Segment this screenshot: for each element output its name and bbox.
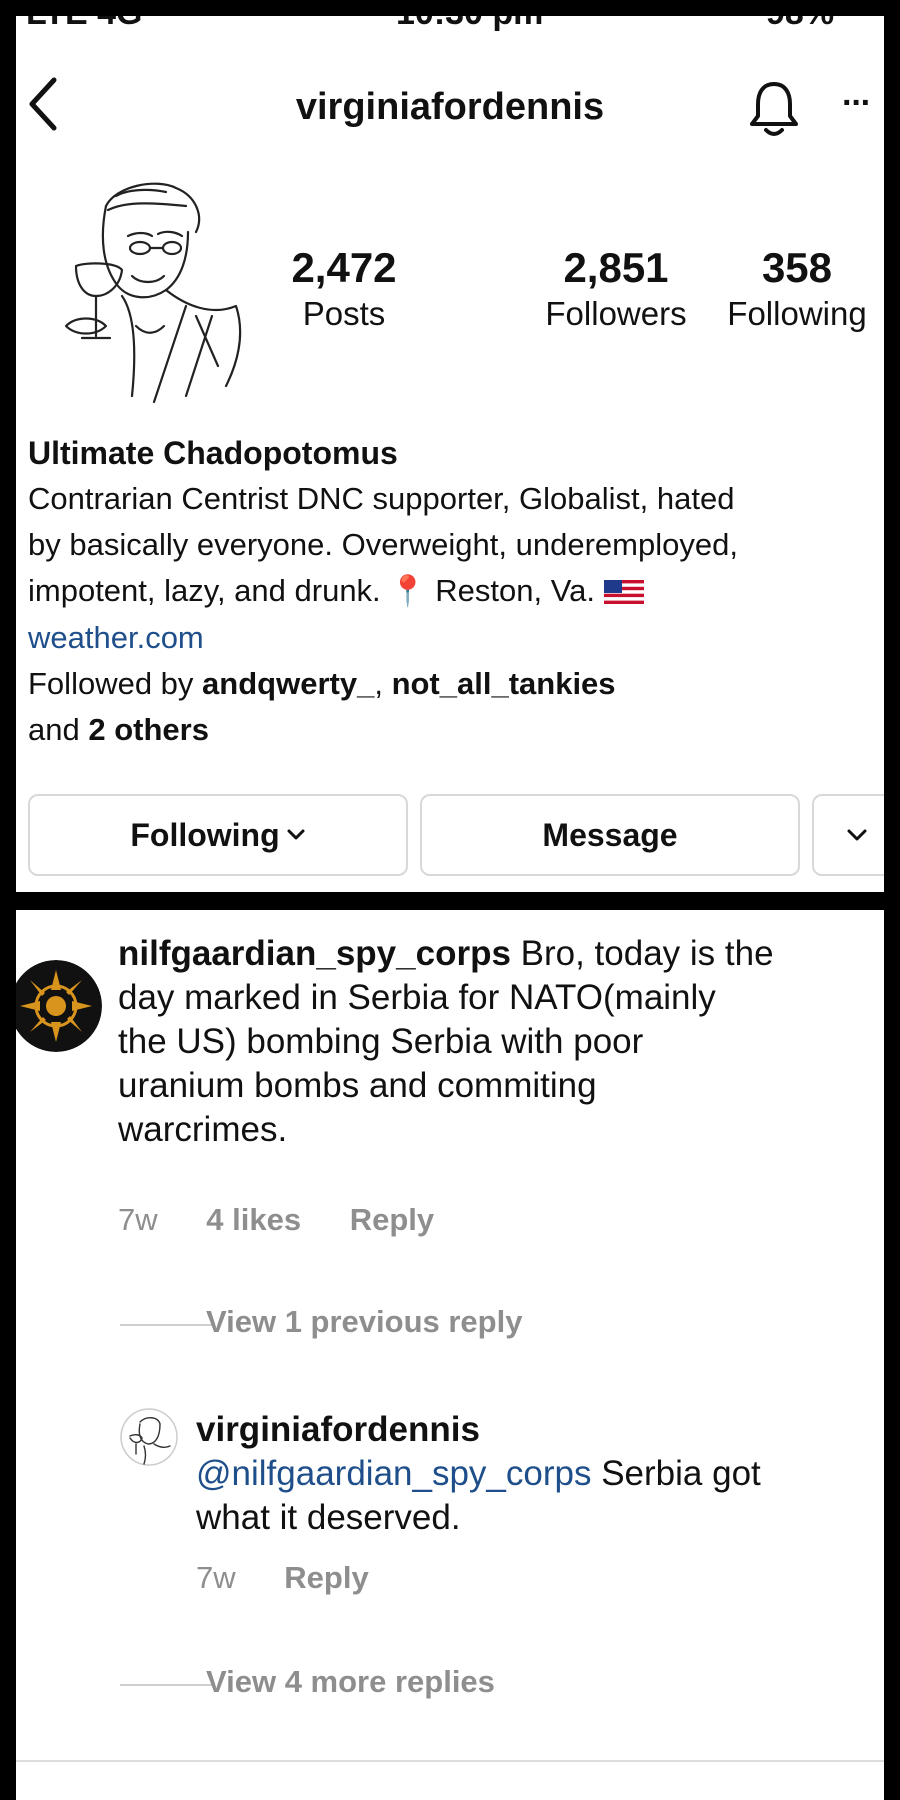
followed-by-others-line: and 2 others — [28, 707, 878, 753]
followed-by-others[interactable]: 2 others — [88, 712, 209, 747]
bio-line-3-text: impotent, lazy, and drunk. — [28, 573, 381, 608]
main-comment-line-2: day marked in Serbia for NATO(mainly — [118, 978, 716, 1017]
main-comment-line-4: uranium bombs and commiting — [118, 1066, 597, 1105]
carrier-text: LTE 4G — [26, 16, 143, 33]
main-comment: nilfgaardian_spy_corps Bro, today is the… — [118, 932, 878, 1152]
main-comment-line-1: nilfgaardian_spy_corps Bro, today is the — [118, 932, 878, 976]
view-more-divider — [120, 1684, 212, 1686]
view-previous-divider — [120, 1324, 212, 1326]
posts-stat[interactable]: 2,472 Posts — [274, 244, 414, 336]
reply-reply-button[interactable]: Reply — [284, 1560, 368, 1595]
reply-comment: virginiafordennis @nilfgaardian_spy_corp… — [196, 1408, 876, 1540]
main-comment-meta: 7w 4 likes Reply — [118, 1202, 434, 1238]
commenter-avatar[interactable] — [16, 960, 102, 1052]
followed-by-user-1[interactable]: andqwerty_ — [202, 666, 374, 701]
bio-location: Reston, Va. — [435, 573, 595, 608]
bell-icon[interactable] — [746, 78, 802, 138]
main-comment-likes[interactable]: 4 likes — [206, 1202, 301, 1237]
reply-age: 7w — [196, 1560, 236, 1595]
posts-count: 2,472 — [291, 244, 397, 291]
following-button[interactable]: Following — [28, 794, 408, 876]
chevron-down-icon — [287, 829, 305, 840]
comments-panel: nilfgaardian_spy_corps Bro, today is the… — [16, 910, 884, 1800]
reply-avatar[interactable] — [120, 1408, 178, 1466]
us-flag-icon — [603, 580, 644, 604]
message-button[interactable]: Message — [420, 794, 800, 876]
followers-count: 2,851 — [563, 244, 669, 291]
view-previous-replies[interactable]: View 1 previous reply — [206, 1304, 522, 1340]
bio-website-link[interactable]: weather.com — [28, 615, 878, 661]
reply-mention[interactable]: @nilfgaardian_spy_corps — [196, 1454, 591, 1493]
following-label: Following — [727, 295, 867, 332]
reply-comment-line-1: @nilfgaardian_spy_corps Serbia got — [196, 1452, 876, 1496]
battery-text: 98% — [766, 16, 834, 33]
chevron-down-icon — [847, 829, 867, 841]
bottom-divider — [16, 1760, 884, 1762]
view-more-replies[interactable]: View 4 more replies — [206, 1664, 495, 1700]
main-comment-line-5: warcrimes. — [118, 1110, 288, 1149]
clock-text: 10:30 pm — [396, 16, 543, 33]
profile-avatar[interactable] — [36, 166, 276, 406]
profile-panel: LTE 4G 10:30 pm 98% virginiafordennis ··… — [16, 16, 884, 892]
main-comment-username[interactable]: nilfgaardian_spy_corps — [118, 934, 511, 973]
reply-line-2: what it deserved. — [196, 1498, 461, 1537]
main-comment-line-3: the US) bombing Serbia with poor — [118, 1022, 644, 1061]
following-count: 358 — [761, 244, 833, 291]
posts-label: Posts — [302, 295, 386, 332]
message-button-label: Message — [542, 816, 678, 853]
suggested-dropdown-button[interactable] — [812, 794, 884, 876]
main-comment-line-1-text: Bro, today is the — [510, 934, 774, 973]
more-options-icon[interactable]: ··· — [842, 84, 872, 123]
followed-by-user-2[interactable]: not_all_tankies — [392, 666, 616, 701]
followers-stat[interactable]: 2,851 Followers — [516, 244, 716, 336]
following-stat[interactable]: 358 Following — [716, 244, 878, 336]
status-bar: LTE 4G 10:30 pm 98% — [16, 16, 884, 38]
followers-label: Followers — [545, 295, 687, 332]
reply-text: Serbia got — [591, 1454, 761, 1493]
location-pin-icon: 📍 — [389, 575, 427, 608]
bio-line-2: by basically everyone. Overweight, under… — [28, 527, 738, 562]
reply-username[interactable]: virginiafordennis — [196, 1408, 876, 1452]
display-name: Ultimate Chadopotomus — [28, 435, 398, 471]
profile-bio: Ultimate Chadopotomus Contrarian Centris… — [28, 430, 878, 753]
main-comment-age: 7w — [118, 1202, 158, 1237]
bio-line-1: Contrarian Centrist DNC supporter, Globa… — [28, 481, 735, 516]
and-text: and — [28, 712, 80, 747]
followed-by-prefix: Followed by — [28, 666, 194, 701]
following-button-label: Following — [130, 816, 280, 853]
main-comment-reply-button[interactable]: Reply — [350, 1202, 434, 1237]
bio-line-3: impotent, lazy, and drunk. 📍 Reston, Va. — [28, 568, 878, 615]
reply-meta: 7w Reply — [196, 1560, 369, 1596]
followed-by-line: Followed by andqwerty_, not_all_tankies — [28, 666, 616, 701]
